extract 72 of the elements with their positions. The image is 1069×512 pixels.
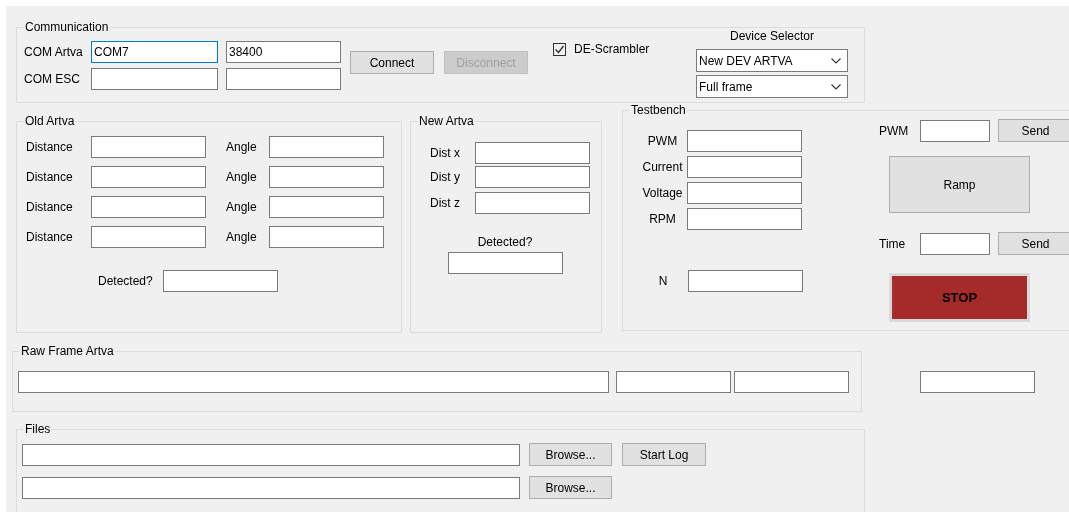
field-label: Angle (226, 169, 258, 186)
field-label: PWM (879, 122, 910, 140)
field-label: Detected? (477, 235, 533, 249)
reading-field[interactable] (687, 156, 802, 178)
field-label: COM ESC (24, 71, 81, 88)
distance-field[interactable] (91, 136, 206, 158)
angle-field[interactable] (269, 226, 384, 248)
distance-field[interactable] (91, 226, 206, 248)
section-label: Device Selector (729, 30, 814, 42)
chevron-down-icon (831, 57, 841, 64)
distance-field[interactable] (475, 166, 590, 188)
distance-field[interactable] (475, 142, 590, 164)
field-label: Dist y (430, 169, 461, 186)
field-label: COM Artva (24, 44, 84, 61)
reading-field[interactable] (687, 208, 802, 230)
port-field[interactable] (91, 68, 218, 90)
angle-field[interactable] (269, 166, 384, 188)
checkbox[interactable] (553, 42, 566, 56)
value-field[interactable] (920, 232, 990, 255)
frame-field[interactable] (616, 371, 731, 393)
text-field[interactable] (920, 371, 1035, 393)
file-path-field[interactable] (22, 476, 520, 499)
baud-rate-field[interactable] (226, 68, 341, 90)
field-label: Current (641, 159, 684, 176)
field-label: Angle (226, 199, 258, 216)
ramp-button[interactable]: Ramp (889, 156, 1030, 213)
start-log-button[interactable]: Start Log (622, 443, 706, 466)
browse-button[interactable]: Browse... (529, 476, 612, 499)
group-title: Old Artva (24, 114, 76, 128)
angle-field[interactable] (269, 136, 384, 158)
detected-field[interactable] (163, 270, 278, 292)
checkbox-label: DE-Scrambler (574, 41, 650, 58)
group-title: Files (24, 422, 52, 436)
field-label: PWM (646, 133, 679, 150)
detected-field[interactable] (447, 252, 563, 274)
group-title: New Artva (418, 114, 475, 128)
chevron-down-icon (831, 83, 841, 90)
field-label: Dist x (430, 145, 461, 162)
button[interactable]: Connect (350, 51, 434, 74)
distance-field[interactable] (91, 166, 206, 188)
file-path-field[interactable] (22, 443, 520, 466)
field-label: Time (879, 235, 907, 253)
send-button[interactable]: Send (998, 232, 1069, 255)
value-field[interactable] (920, 119, 990, 142)
group-title: Raw Frame Artva (20, 344, 115, 358)
distance-field[interactable] (475, 192, 590, 214)
reading-field[interactable] (688, 270, 803, 292)
field-label: Detected? (98, 273, 154, 290)
frame-field[interactable] (734, 371, 849, 393)
send-button[interactable]: Send (998, 119, 1069, 142)
dropdown[interactable]: New DEV ARTVA (696, 49, 848, 72)
port-field[interactable]: COM7 (91, 41, 218, 63)
field-label: Distance (26, 139, 74, 156)
reading-field[interactable] (687, 182, 802, 204)
group-title: Testbench (630, 103, 687, 117)
field-label: Distance (26, 169, 74, 186)
group-title: Communication (24, 20, 110, 34)
frame-field[interactable] (18, 371, 609, 393)
field-label: N (657, 273, 669, 290)
field-label: RPM (648, 211, 677, 228)
browse-button[interactable]: Browse... (529, 443, 612, 466)
field-label: Distance (26, 199, 74, 216)
angle-field[interactable] (269, 196, 384, 218)
field-label: Dist z (430, 195, 461, 212)
field-label: Distance (26, 229, 74, 246)
field-label: Voltage (641, 185, 684, 202)
reading-field[interactable] (687, 130, 802, 152)
field-label: Angle (226, 229, 258, 246)
field-label: Angle (226, 139, 258, 156)
baud-rate-field[interactable]: 38400 (226, 41, 341, 63)
distance-field[interactable] (91, 196, 206, 218)
dropdown[interactable]: Full frame (696, 75, 848, 98)
